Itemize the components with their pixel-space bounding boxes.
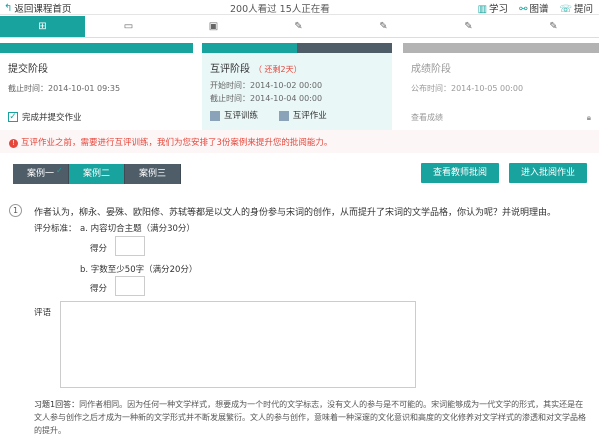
peer-deadline: 截止时间：2014-10-04 00:00 [210, 94, 323, 103]
submit-deadline: 截止时间：2014-10-01 09:35 [8, 84, 121, 93]
case-tab-1[interactable]: 案例一 ✓ [13, 164, 70, 184]
top-bar: ↰ 返回课程首页 200人看过 15人正在看 ▥ 学习 ⚯ 图谱 ☏ 提问 [0, 0, 599, 15]
view-teacher-review-button[interactable]: 查看教师批阅 [421, 163, 499, 183]
tab-image[interactable]: ▣ [171, 16, 256, 37]
icon-tab-bar: ⊞ ▭ ▣ ✎ ✎ ✎ ✎ [0, 16, 599, 38]
viewer-count: 200人看过 15人正在看 [230, 4, 330, 15]
notice-text: 互评作业之前，需要进行互评训练，我们为您安排了3份案例来提升您的批阅能力。 [21, 138, 333, 148]
alert-icon: ! [9, 139, 18, 148]
square-icon [210, 110, 220, 121]
submit-check[interactable]: ✓ 完成并提交作业 [8, 111, 185, 123]
case-tab-2[interactable]: 案例二 [69, 164, 126, 184]
answer-label: 习题1回答： [34, 400, 80, 409]
criterion-a: a. 内容切合主题（满分30分） [80, 224, 195, 234]
peer-start: 开始时间：2014-10-02 00:00 [210, 81, 323, 90]
submit-stage: 提交阶段 截止时间：2014-10-01 09:35 ✓ 完成并提交作业 [0, 53, 193, 130]
question-text: 作者认为，柳永、晏殊、欧阳修、苏轼等都是以文人的身份参与宋词的创作，从而提升了宋… [34, 208, 557, 218]
study-link[interactable]: ▥ 学习 [478, 1, 508, 15]
graph-icon: ⚯ [519, 4, 528, 15]
answer-block: 习题1回答：同作者相同。因为任何一种文学样式，想要成为一个时代的文学标志，没有文… [34, 398, 590, 437]
criterion-b: b. 字数至少50字（满分20分） [80, 265, 198, 275]
book-icon: ▥ [477, 4, 488, 15]
pencil-icon: ✎ [379, 21, 388, 32]
peer-stage-bar-remaining [297, 43, 392, 53]
case-tabs: 案例一 ✓ 案例二 案例三 [13, 164, 182, 184]
score-label-a: 得分 [90, 244, 108, 254]
tab-chat[interactable]: ▭ [86, 16, 171, 37]
tab-grid[interactable]: ⊞ [0, 16, 85, 37]
score-input-b[interactable] [115, 276, 145, 296]
back-arrow-icon: ↰ [4, 2, 13, 14]
checkbox-icon: ✓ [8, 112, 18, 122]
review-textarea[interactable] [60, 301, 416, 388]
enter-review-button[interactable]: 进入批阅作业 [509, 163, 587, 183]
ask-link[interactable]: ☏ 提问 [559, 1, 593, 15]
lock-icon: 🔒︎ [586, 113, 591, 122]
question-number: 1 [9, 204, 22, 217]
tab-pencil-1[interactable]: ✎ [256, 16, 341, 37]
criteria-label: 评分标准： [34, 224, 77, 234]
pencil-icon: ✎ [549, 21, 558, 32]
peer-stage-title: 互评阶段 [210, 64, 250, 75]
answer-text: 同作者相同。因为任何一种文学样式，想要成为一个时代的文学标志，没有文人的参与是不… [34, 400, 586, 435]
check-icon: ✓ [56, 166, 63, 175]
graph-link[interactable]: ⚯ 图谱 [519, 1, 548, 15]
score-publish: 公布时间：2014-10-05 00:00 [411, 84, 524, 93]
grid-icon: ⊞ [38, 21, 47, 32]
score-label-b: 得分 [90, 284, 108, 294]
review-label: 评语 [34, 308, 52, 318]
tab-pencil-3[interactable]: ✎ [426, 16, 511, 37]
score-input-a[interactable] [115, 236, 145, 256]
score-stage-title: 成绩阶段 [411, 64, 451, 75]
peer-stage: 互评阶段 （ 还剩2天） 开始时间：2014-10-02 00:00 截止时间：2… [202, 53, 392, 130]
back-label: 返回课程首页 [14, 4, 72, 15]
peer-homework-item[interactable]: 互评作业 [278, 110, 327, 121]
score-stage-bar [403, 43, 599, 53]
case-tab-3[interactable]: 案例三 [125, 164, 182, 184]
tab-pencil-4[interactable]: ✎ [511, 16, 596, 37]
pencil-icon: ✎ [464, 21, 473, 32]
score-stage: 成绩阶段 公布时间：2014-10-05 00:00 查看成绩 🔒︎ [403, 53, 599, 130]
chat-icon: ▭ [123, 21, 134, 32]
back-link[interactable]: ↰ 返回课程首页 [4, 1, 72, 16]
square-icon [278, 110, 289, 121]
tab-pencil-2[interactable]: ✎ [341, 16, 426, 37]
notice-bar: ! 互评作业之前，需要进行互评训练，我们为您安排了3份案例来提升您的批阅能力。 [0, 130, 599, 153]
view-score: 查看成绩 🔒︎ [411, 113, 591, 122]
submit-stage-title: 提交阶段 [8, 64, 48, 75]
submit-stage-bar [0, 43, 193, 53]
peer-stage-bar-done [202, 43, 297, 53]
peer-training-item[interactable]: 互评训练 [210, 110, 258, 121]
pencil-icon: ✎ [294, 21, 303, 32]
question-icon: ☏ [559, 4, 572, 15]
image-icon: ▣ [208, 21, 219, 32]
remaining-badge: （ 还剩2天） [254, 65, 302, 74]
